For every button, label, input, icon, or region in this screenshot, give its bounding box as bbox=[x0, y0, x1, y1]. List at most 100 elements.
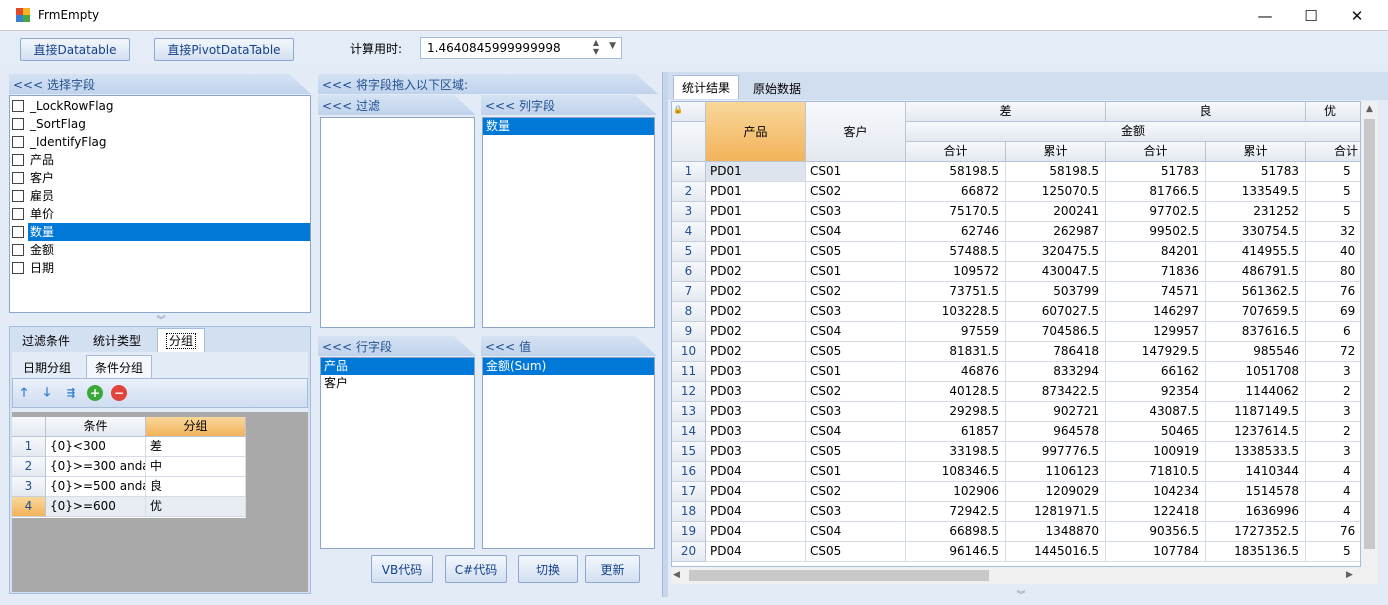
sub-column-header[interactable]: 累计 bbox=[1006, 142, 1106, 162]
value-cell[interactable]: 40 bbox=[1306, 242, 1360, 262]
customer-cell[interactable]: CS05 bbox=[806, 542, 906, 562]
value-cell[interactable]: 109572 bbox=[906, 262, 1006, 282]
value-cell[interactable]: 1514578 bbox=[1206, 482, 1306, 502]
grid-corner-2[interactable] bbox=[672, 122, 706, 162]
tab-statistic-type[interactable]: 统计类型 bbox=[85, 329, 149, 352]
tab-group[interactable]: 分组 bbox=[157, 328, 206, 352]
product-cell[interactable]: PD03 bbox=[706, 422, 806, 442]
condition-cell[interactable]: {0}>=300 andals bbox=[46, 457, 146, 477]
row-number[interactable]: 13 bbox=[672, 402, 706, 422]
product-cell[interactable]: PD04 bbox=[706, 502, 806, 522]
product-cell[interactable]: PD02 bbox=[706, 342, 806, 362]
value-cell[interactable]: 72942.5 bbox=[906, 502, 1006, 522]
value-cell[interactable]: 90356.5 bbox=[1106, 522, 1206, 542]
grid-corner[interactable]: 🔒 bbox=[672, 102, 706, 122]
value-cell[interactable]: 4 bbox=[1306, 462, 1360, 482]
value-cell[interactable]: 873422.5 bbox=[1006, 382, 1106, 402]
group-header-good[interactable]: 良 bbox=[1106, 102, 1306, 122]
value-cell[interactable]: 833294 bbox=[1006, 362, 1106, 382]
customer-cell[interactable]: CS03 bbox=[806, 502, 906, 522]
value-cell[interactable]: 200241 bbox=[1006, 202, 1106, 222]
value-cell[interactable]: 1051708 bbox=[1206, 362, 1306, 382]
group-header-poor[interactable]: 差 bbox=[906, 102, 1106, 122]
value-cell[interactable]: 122418 bbox=[1106, 502, 1206, 522]
value-cell[interactable]: 5 bbox=[1306, 542, 1360, 562]
splitter[interactable] bbox=[662, 72, 668, 597]
product-cell[interactable]: PD02 bbox=[706, 262, 806, 282]
value-cell[interactable]: 320475.5 bbox=[1006, 242, 1106, 262]
row-number[interactable]: 20 bbox=[672, 542, 706, 562]
horizontal-scroll-thumb[interactable] bbox=[689, 570, 989, 581]
field-checkbox[interactable] bbox=[12, 244, 24, 256]
customer-cell[interactable]: CS01 bbox=[806, 362, 906, 382]
value-cell[interactable]: 2 bbox=[1306, 382, 1360, 402]
minimize-button[interactable]: — bbox=[1242, 0, 1288, 31]
expand-icon[interactable]: ︾ bbox=[1010, 588, 1032, 601]
value-cell[interactable]: 81831.5 bbox=[906, 342, 1006, 362]
value-cell[interactable]: 75170.5 bbox=[906, 202, 1006, 222]
group-cell[interactable]: 差 bbox=[146, 437, 246, 457]
value-cell[interactable]: 503799 bbox=[1006, 282, 1106, 302]
value-cell[interactable]: 1727352.5 bbox=[1206, 522, 1306, 542]
customer-cell[interactable]: CS02 bbox=[806, 282, 906, 302]
product-cell[interactable]: PD03 bbox=[706, 442, 806, 462]
close-button[interactable]: ✕ bbox=[1334, 0, 1380, 31]
field-checkbox[interactable] bbox=[12, 136, 24, 148]
direct-datatable-button[interactable]: 直接Datatable bbox=[20, 38, 130, 61]
tab-date-group[interactable]: 日期分组 bbox=[15, 356, 79, 379]
value-cell[interactable]: 108346.5 bbox=[906, 462, 1006, 482]
value-cell[interactable]: 704586.5 bbox=[1006, 322, 1106, 342]
sub-column-header[interactable]: 合计 bbox=[1106, 142, 1206, 162]
update-button[interactable]: 更新 bbox=[585, 555, 640, 583]
field-checkbox[interactable] bbox=[12, 118, 24, 130]
field-item[interactable]: _LockRowFlag bbox=[10, 97, 310, 115]
product-cell[interactable]: PD01 bbox=[706, 182, 806, 202]
tab-statistic-result[interactable]: 统计结果 bbox=[673, 75, 740, 99]
value-cell[interactable]: 133549.5 bbox=[1206, 182, 1306, 202]
horizontal-scrollbar[interactable]: ◀ ▶ bbox=[671, 567, 1378, 584]
customer-cell[interactable]: CS04 bbox=[806, 322, 906, 342]
customer-cell[interactable]: CS02 bbox=[806, 482, 906, 502]
value-cell[interactable]: 707659.5 bbox=[1206, 302, 1306, 322]
row-number[interactable]: 2 bbox=[12, 457, 46, 477]
csharp-code-button[interactable]: C#代码 bbox=[445, 555, 507, 583]
direct-pivot-button[interactable]: 直接PivotDataTable bbox=[154, 38, 294, 61]
field-item[interactable]: 雇员 bbox=[10, 187, 310, 205]
value-cell[interactable]: 985546 bbox=[1206, 342, 1306, 362]
value-cell[interactable]: 147929.5 bbox=[1106, 342, 1206, 362]
row-number[interactable]: 16 bbox=[672, 462, 706, 482]
value-cell[interactable]: 330754.5 bbox=[1206, 222, 1306, 242]
vb-code-button[interactable]: VB代码 bbox=[371, 555, 433, 583]
product-cell[interactable]: PD01 bbox=[706, 202, 806, 222]
field-item[interactable]: 产品 bbox=[10, 151, 310, 169]
sub-column-header[interactable]: 合计 bbox=[906, 142, 1006, 162]
value-cell[interactable]: 74571 bbox=[1106, 282, 1206, 302]
customer-cell[interactable]: CS04 bbox=[806, 522, 906, 542]
tab-filter-conditions[interactable]: 过滤条件 bbox=[14, 329, 78, 352]
value-cell[interactable]: 4 bbox=[1306, 502, 1360, 522]
value-cell[interactable]: 96146.5 bbox=[906, 542, 1006, 562]
field-item[interactable]: 金额 bbox=[10, 241, 310, 259]
product-cell[interactable]: PD01 bbox=[706, 242, 806, 262]
product-cell[interactable]: PD04 bbox=[706, 462, 806, 482]
customer-cell[interactable]: CS04 bbox=[806, 422, 906, 442]
value-cell[interactable]: 71836 bbox=[1106, 262, 1206, 282]
sub-column-header[interactable]: 累计 bbox=[1206, 142, 1306, 162]
product-cell[interactable]: PD04 bbox=[706, 482, 806, 502]
group-cell[interactable]: 优 bbox=[146, 497, 246, 517]
row-number[interactable]: 10 bbox=[672, 342, 706, 362]
customer-cell[interactable]: CS03 bbox=[806, 202, 906, 222]
row-number[interactable]: 8 bbox=[672, 302, 706, 322]
product-cell[interactable]: PD01 bbox=[706, 162, 806, 182]
value-cell[interactable]: 102906 bbox=[906, 482, 1006, 502]
row-fields-list[interactable]: 产品 客户 bbox=[320, 357, 475, 549]
value-cell[interactable]: 607027.5 bbox=[1006, 302, 1106, 322]
condition-cell[interactable]: {0}>=600 bbox=[46, 497, 146, 517]
value-cell[interactable]: 1237614.5 bbox=[1206, 422, 1306, 442]
row-number[interactable]: 12 bbox=[672, 382, 706, 402]
hierarchy-icon[interactable]: ⇶ bbox=[63, 385, 79, 401]
field-checkbox[interactable] bbox=[12, 154, 24, 166]
value-cell[interactable]: 104234 bbox=[1106, 482, 1206, 502]
row-number[interactable]: 19 bbox=[672, 522, 706, 542]
product-cell[interactable]: PD04 bbox=[706, 522, 806, 542]
